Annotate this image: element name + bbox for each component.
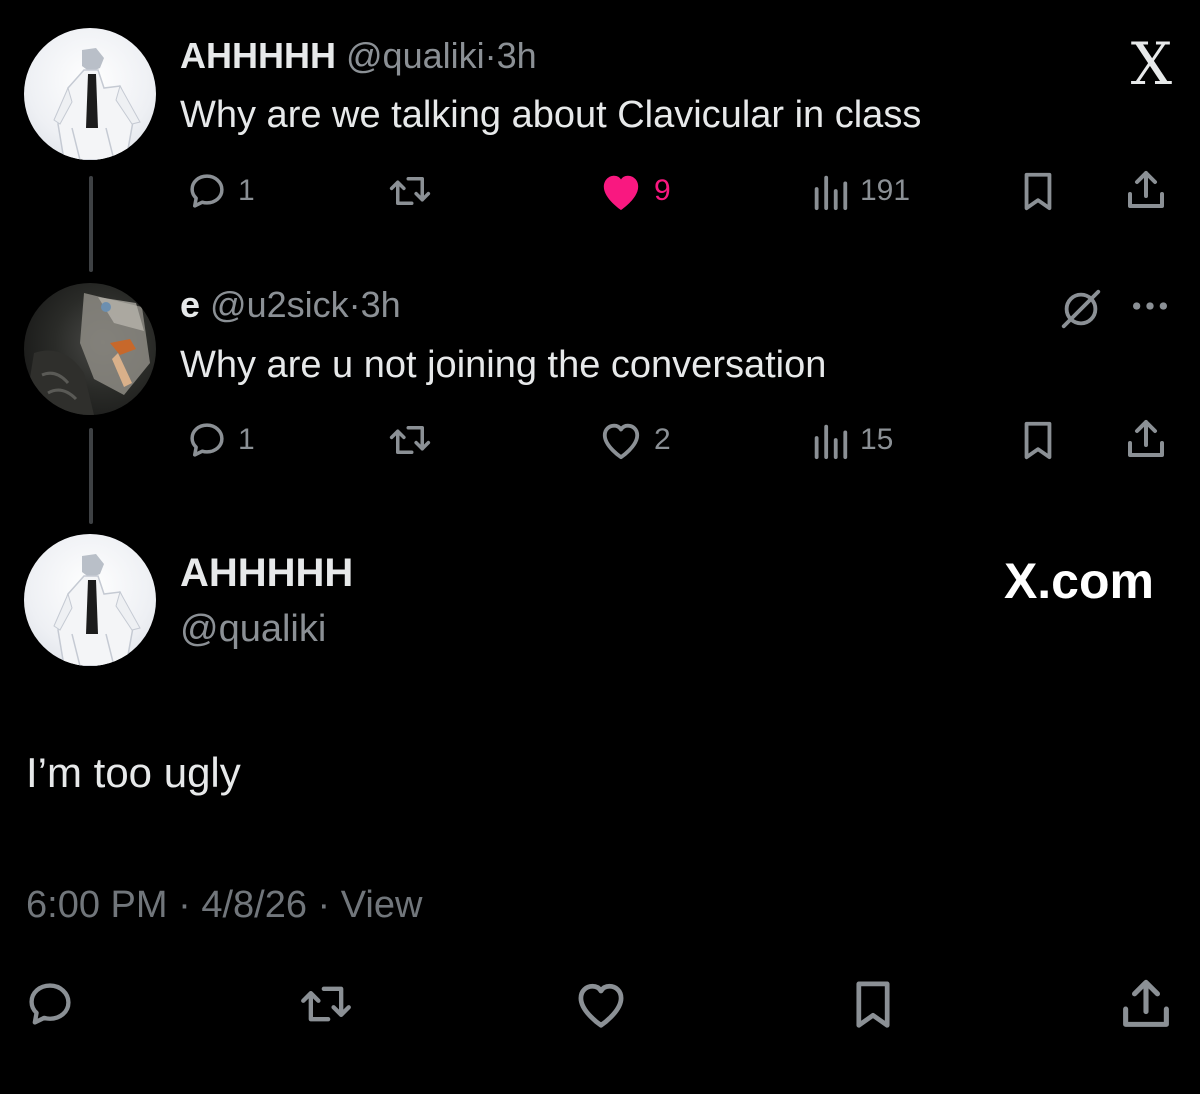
date[interactable]: 4/8/26 <box>201 884 307 926</box>
share-icon <box>1123 979 1169 1027</box>
tweet1-text: Why are we talking about Clavicular in c… <box>180 94 922 136</box>
main-tweet-text: I’m too ugly <box>26 749 241 796</box>
grok-button[interactable] <box>1058 286 1104 332</box>
reply-icon <box>29 983 71 1025</box>
author-name[interactable]: e <box>180 284 200 325</box>
avatar-face-icon <box>24 293 150 415</box>
avatar-figure-icon <box>53 48 141 160</box>
like-count: 9 <box>654 174 671 207</box>
author-name[interactable]: AHHHHH <box>180 553 353 593</box>
tweet2-text: Why are u not joining the conversation <box>180 344 827 386</box>
views-icon <box>814 175 848 211</box>
views-button[interactable]: 15 <box>810 419 893 461</box>
view-count: 191 <box>860 174 911 207</box>
reply-count: 1 <box>238 423 255 456</box>
reply-icon <box>190 174 224 208</box>
bookmark-icon <box>1024 172 1052 211</box>
retweet-icon <box>389 177 431 205</box>
post-time[interactable]: 3h <box>497 35 537 76</box>
tweet-meta: 6:00 PM · 4/8/26 · View <box>26 886 422 924</box>
author-name[interactable]: AHHHHH <box>180 35 336 76</box>
view-count: 15 <box>860 423 894 456</box>
tweet2-header: e @u2sick·3h <box>180 287 401 323</box>
retweet-icon <box>389 426 431 454</box>
more-icon <box>1133 302 1167 310</box>
timestamp[interactable]: 6:00 PM <box>26 884 168 926</box>
share-button[interactable] <box>1124 168 1168 212</box>
grok-icon <box>1061 289 1101 329</box>
more-button[interactable] <box>1130 296 1170 316</box>
share-icon <box>1128 420 1164 457</box>
brand-watermark: X.com <box>1003 553 1154 609</box>
bookmark-button[interactable] <box>848 978 898 1030</box>
share-button[interactable] <box>1118 976 1174 1032</box>
like-button[interactable] <box>572 978 630 1030</box>
avatar-u2sick[interactable] <box>24 283 156 415</box>
avatar-figure-icon <box>53 554 141 666</box>
retweet-icon <box>301 986 351 1022</box>
avatar-qualiki[interactable] <box>24 534 156 666</box>
bookmark-icon <box>1024 421 1052 460</box>
bookmark-button[interactable] <box>1018 170 1058 212</box>
bookmark-icon <box>856 981 890 1028</box>
like-button[interactable]: 9 <box>598 170 671 212</box>
post-time[interactable]: 3h <box>361 284 401 325</box>
views-icon <box>814 424 848 460</box>
share-icon <box>1128 171 1164 208</box>
author-handle[interactable]: @qualiki <box>346 35 485 76</box>
view-link[interactable]: View <box>341 884 423 926</box>
tweet1-header: AHHHHH @qualiki·3h <box>180 38 537 74</box>
like-button[interactable]: 2 <box>598 419 671 461</box>
bookmark-button[interactable] <box>1018 419 1058 461</box>
x-logo-icon: X <box>1130 30 1172 98</box>
retweet-button[interactable] <box>386 170 434 212</box>
retweet-button[interactable] <box>386 419 434 461</box>
thread-line <box>89 428 93 524</box>
like-icon <box>578 983 624 1028</box>
thread-line <box>89 176 93 272</box>
views-button[interactable]: 191 <box>810 170 910 212</box>
reply-button[interactable]: 1 <box>186 170 255 212</box>
separator: · <box>178 884 191 926</box>
avatar-qualiki[interactable] <box>24 28 156 160</box>
like-count: 2 <box>654 423 671 456</box>
share-button[interactable] <box>1124 417 1168 461</box>
reply-count: 1 <box>238 174 255 207</box>
like-icon <box>603 175 639 211</box>
separator: · <box>317 884 331 926</box>
separator: · <box>484 35 497 76</box>
retweet-button[interactable] <box>296 978 356 1030</box>
author-handle[interactable]: @qualiki <box>180 610 326 648</box>
separator: · <box>348 284 361 325</box>
reply-button[interactable]: 1 <box>186 419 255 461</box>
author-handle[interactable]: @u2sick <box>210 284 349 325</box>
reply-icon <box>190 423 224 457</box>
like-icon <box>602 423 640 460</box>
reply-button[interactable] <box>24 978 76 1030</box>
